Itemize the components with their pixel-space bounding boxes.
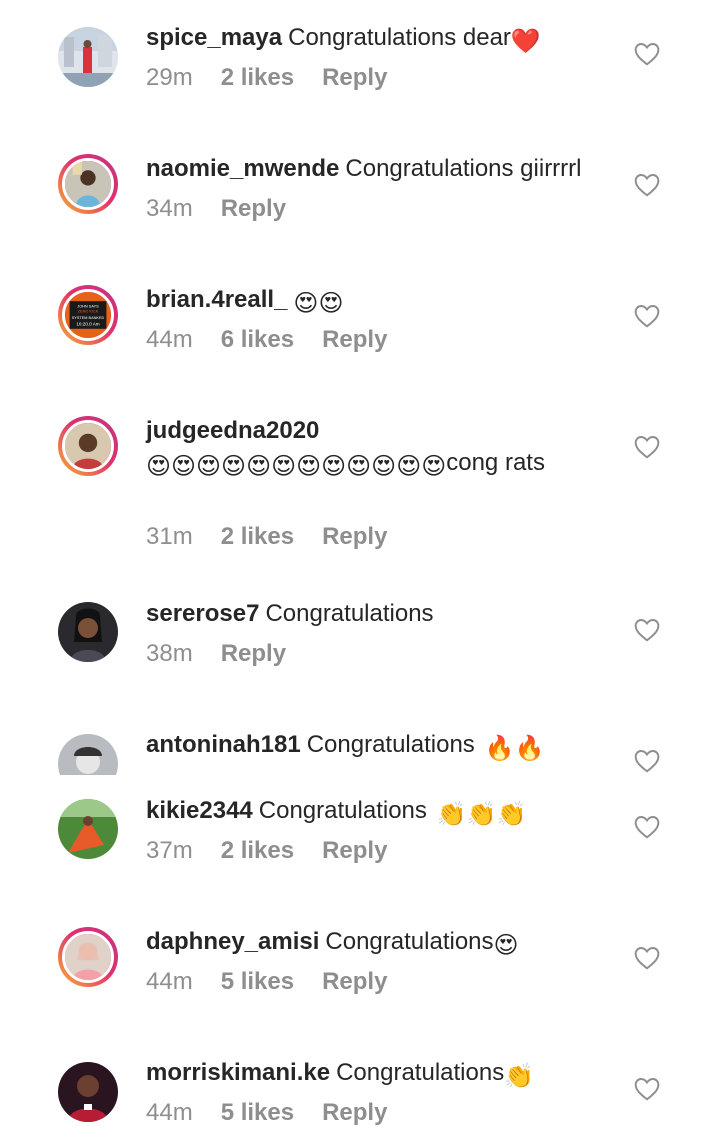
comment-likes[interactable]: 6 likes bbox=[221, 326, 294, 353]
avatar[interactable] bbox=[58, 416, 118, 476]
comment-text: brian.4reall_ 😍😍 bbox=[146, 284, 616, 320]
comment-text: antoninah181 Congratulations 🔥🔥 bbox=[146, 729, 616, 765]
comment-emoji: ❤️ bbox=[510, 28, 541, 55]
comment-body: Congratulations bbox=[258, 797, 427, 824]
comment-emoji: 😍 bbox=[493, 932, 519, 959]
comment-meta: 29m 2 likes Reply bbox=[146, 64, 415, 92]
avatar[interactable] bbox=[58, 927, 118, 987]
comment-text: morriskimani.ke Congratulations👏 bbox=[146, 1057, 616, 1093]
heart-icon[interactable] bbox=[634, 815, 660, 839]
comment-text: daphney_amisi Congratulations😍 bbox=[146, 926, 616, 962]
reply-button[interactable]: Reply bbox=[322, 837, 387, 864]
comment-emoji: 👏👏👏 bbox=[436, 801, 527, 828]
avatar[interactable] bbox=[58, 1062, 118, 1122]
comment-meta: 44m 6 likes Reply bbox=[146, 326, 415, 354]
comment-time: 44m bbox=[146, 1099, 193, 1126]
comment-body: Congratulations bbox=[336, 1059, 505, 1086]
heart-icon[interactable] bbox=[634, 749, 660, 773]
reply-button[interactable]: Reply bbox=[322, 523, 387, 550]
comment-meta: 44m 5 likes Reply bbox=[146, 968, 415, 996]
reply-button[interactable]: Reply bbox=[322, 64, 387, 91]
comment-emoji: 👏 bbox=[504, 1063, 535, 1090]
comment-username[interactable]: sererose7 bbox=[146, 600, 259, 627]
reply-button[interactable]: Reply bbox=[221, 640, 286, 667]
comment-emoji: 😍😍😍😍😍😍😍😍😍😍😍😍 bbox=[146, 453, 447, 480]
comment-body: Congratulations bbox=[325, 928, 494, 955]
avatar[interactable] bbox=[58, 154, 118, 214]
comment-time: 34m bbox=[146, 195, 193, 222]
avatar-text: SYSTEM BANKED bbox=[72, 316, 105, 320]
comment-username[interactable]: antoninah181 bbox=[146, 731, 301, 758]
heart-icon[interactable] bbox=[634, 946, 660, 970]
comment-likes[interactable]: 2 likes bbox=[221, 64, 294, 91]
comment-item: antoninah181 Congratulations 🔥🔥 bbox=[0, 707, 720, 775]
comment-text: spice_maya Congratulations dear❤️ bbox=[146, 22, 616, 58]
avatar[interactable] bbox=[58, 799, 118, 859]
reply-button[interactable]: Reply bbox=[322, 326, 387, 353]
comment-meta: 31m 2 likes Reply bbox=[146, 523, 415, 551]
comment-body: Congratulations bbox=[265, 600, 434, 627]
comment-text: judgeedna2020 😍😍😍😍😍😍😍😍😍😍😍😍cong rats bbox=[146, 415, 616, 483]
heart-icon[interactable] bbox=[634, 42, 660, 66]
comment-time: 29m bbox=[146, 64, 193, 91]
comment-time: 44m bbox=[146, 968, 193, 995]
heart-icon[interactable] bbox=[634, 173, 660, 197]
avatar-text: 10:20.0 Am bbox=[76, 322, 99, 327]
comment-username[interactable]: naomie_mwende bbox=[146, 155, 339, 182]
reply-button[interactable]: Reply bbox=[322, 1099, 387, 1126]
comment-likes[interactable]: 5 likes bbox=[221, 1099, 294, 1126]
comment-time: 37m bbox=[146, 837, 193, 864]
comment-time: 44m bbox=[146, 326, 193, 353]
comment-meta: 38m Reply bbox=[146, 640, 314, 668]
avatar-text: ZERO KICK bbox=[78, 310, 99, 314]
comment-emoji: 🔥🔥 bbox=[484, 735, 545, 762]
comment-meta: 44m 5 likes Reply bbox=[146, 1099, 415, 1127]
avatar[interactable] bbox=[58, 734, 118, 775]
comment-body: Congratulations giirrrrl bbox=[345, 155, 582, 182]
comment-likes[interactable]: 5 likes bbox=[221, 968, 294, 995]
heart-icon[interactable] bbox=[634, 1077, 660, 1101]
comment-time: 38m bbox=[146, 640, 193, 667]
comment-username[interactable]: brian.4reall_ bbox=[146, 286, 287, 313]
comment-meta: 34m Reply bbox=[146, 195, 314, 223]
comment-text: sererose7 Congratulations bbox=[146, 598, 616, 630]
heart-icon[interactable] bbox=[634, 304, 660, 328]
comment-username[interactable]: judgeedna2020 bbox=[146, 417, 319, 444]
comment-time: 31m bbox=[146, 523, 193, 550]
reply-button[interactable]: Reply bbox=[221, 195, 286, 222]
comment-likes[interactable]: 2 likes bbox=[221, 837, 294, 864]
avatar[interactable] bbox=[58, 602, 118, 662]
comment-username[interactable]: kikie2344 bbox=[146, 797, 253, 824]
comment-meta: 37m 2 likes Reply bbox=[146, 837, 415, 865]
comment-username[interactable]: daphney_amisi bbox=[146, 928, 319, 955]
avatar-text: JOHN SAYS bbox=[77, 304, 99, 308]
comment-body: Congratulations dear bbox=[288, 24, 511, 51]
comment-likes[interactable]: 2 likes bbox=[221, 523, 294, 550]
comment-body: Congratulations bbox=[306, 731, 475, 758]
comment-username[interactable]: morriskimani.ke bbox=[146, 1059, 330, 1086]
avatar[interactable] bbox=[58, 27, 118, 87]
comment-body: cong rats bbox=[446, 449, 545, 476]
comment-text: kikie2344 Congratulations 👏👏👏 bbox=[146, 795, 616, 831]
avatar[interactable]: JOHN SAYS ZERO KICK SYSTEM BANKED 10:20.… bbox=[58, 285, 118, 345]
comment-text: naomie_mwende Congratulations giirrrrl bbox=[146, 153, 616, 185]
heart-icon[interactable] bbox=[634, 618, 660, 642]
comment-username[interactable]: spice_maya bbox=[146, 24, 282, 51]
reply-button[interactable]: Reply bbox=[322, 968, 387, 995]
heart-icon[interactable] bbox=[634, 435, 660, 459]
comment-emoji: 😍😍 bbox=[293, 290, 344, 317]
